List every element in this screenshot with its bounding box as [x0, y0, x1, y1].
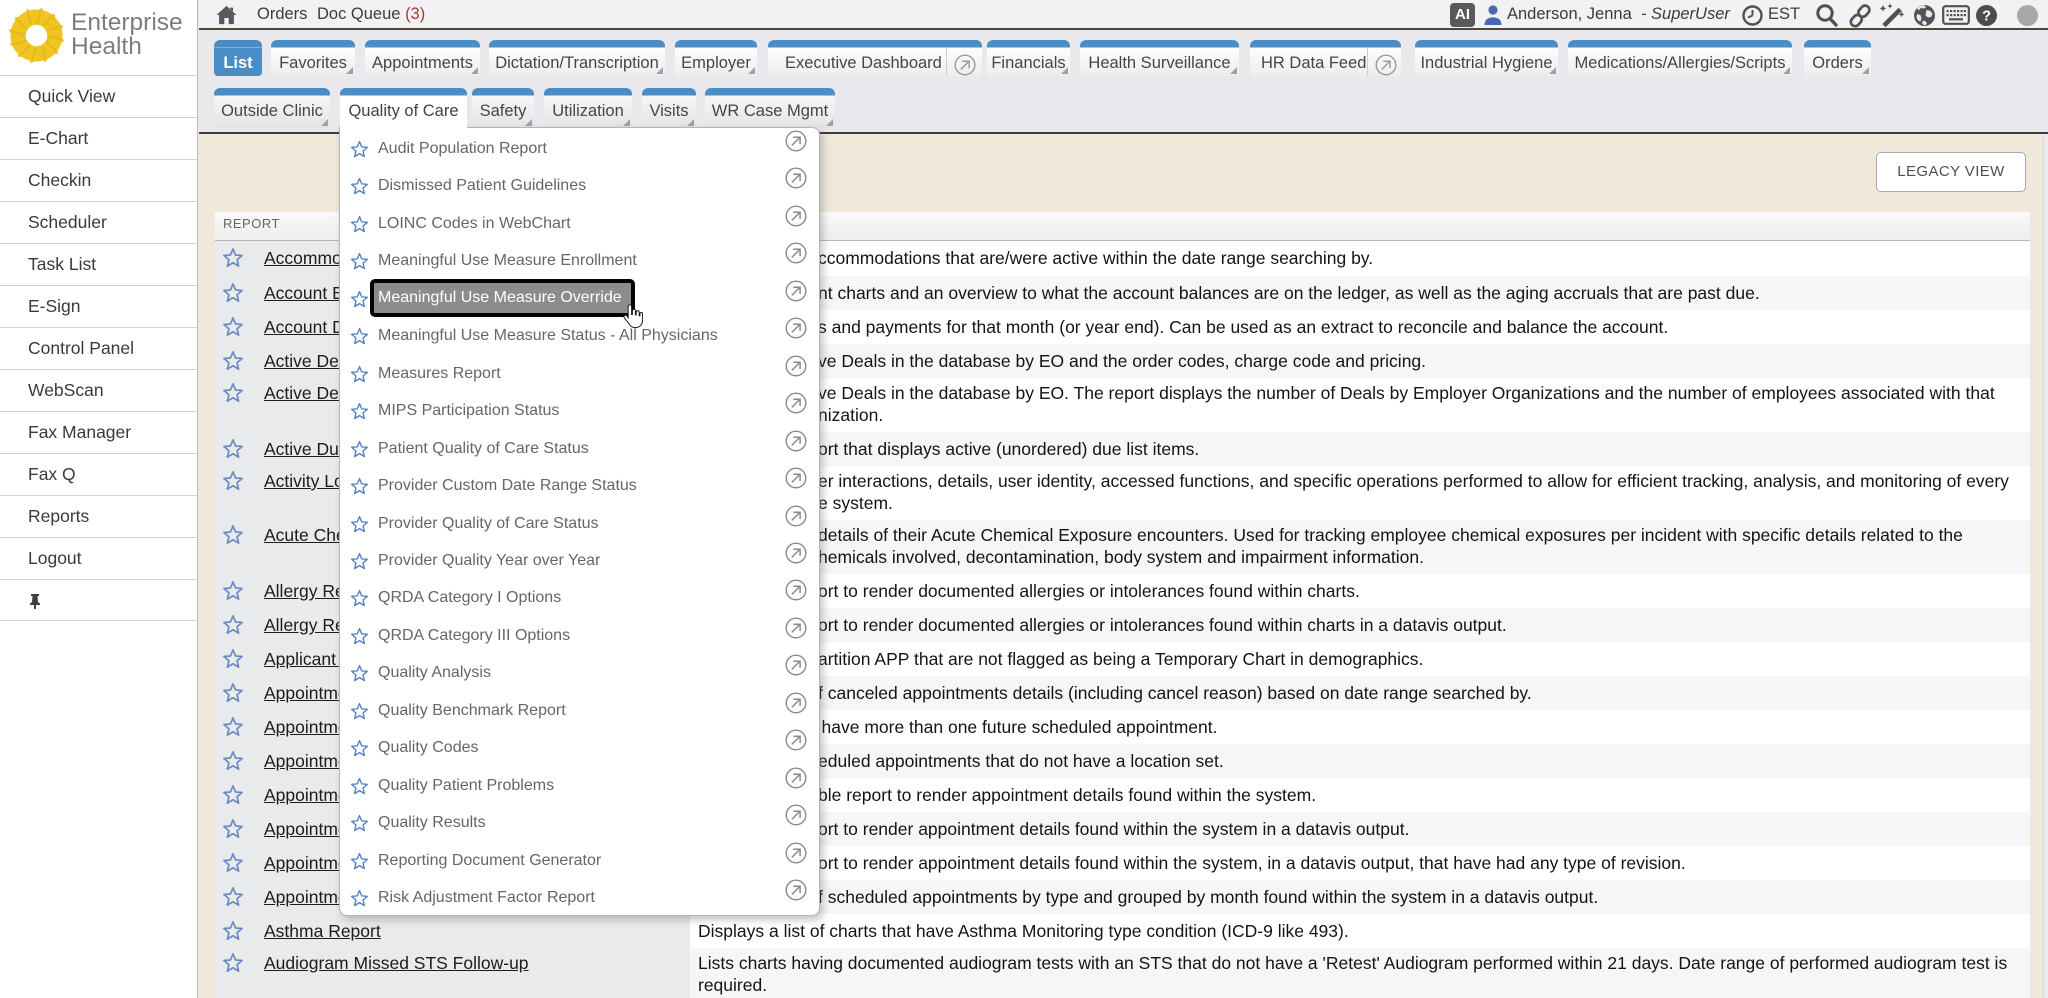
svg-text:?: ?: [1982, 9, 1991, 25]
